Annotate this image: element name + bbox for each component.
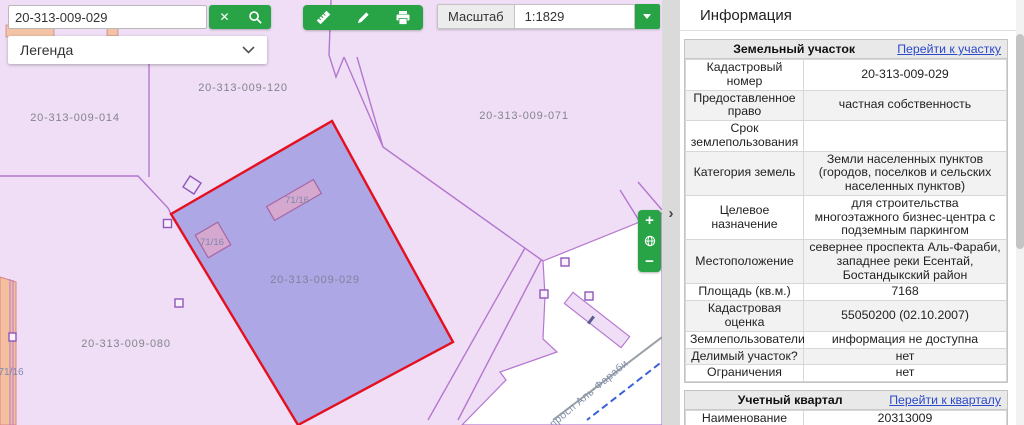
section-header: Земельный участок Перейти к участку [685,40,1007,59]
map-tools-toolbar [303,5,423,30]
row-value: частная собственность [804,90,1007,121]
row-value: информация не доступна [804,331,1007,348]
row-label: Целевое назначение [686,195,804,239]
legend-dropdown[interactable]: Легенда [8,36,267,64]
search-button[interactable] [240,5,271,29]
table-row: Предоставленное право частная собственно… [686,90,1007,121]
draw-button[interactable] [343,5,383,30]
land-parcel-table: Кадастровый номер 20-313-009-029 Предост… [685,59,1007,382]
row-value: нет [804,348,1007,365]
map-zoom-controls: + − [638,210,661,272]
parcel-label: 20-313-009-071 [479,110,568,122]
section-header: Учетный квартал Перейти к кварталу [685,391,1007,410]
table-row: Кадастровый номер 20-313-009-029 [686,60,1007,91]
row-label: Предоставленное право [686,90,804,121]
zoom-in-button[interactable]: + [638,210,661,231]
table-row: Целевое назначение для строительства мно… [686,195,1007,239]
table-row: Делимый участок? нет [686,348,1007,365]
go-to-quarter-link[interactable]: Перейти к кварталу [889,393,1001,407]
table-row: Категория земель Земли населенных пункто… [686,151,1007,195]
scale-value[interactable]: 1:1829 [514,4,635,29]
building-label: 71/16 [0,367,24,378]
section-land-parcel: Земельный участок Перейти к участку Када… [684,39,1008,383]
row-label: Наименование [686,411,804,425]
row-label: Площадь (кв.м.) [686,284,804,301]
search-input[interactable] [8,5,207,29]
row-label: Кадастровая оценка [686,301,804,332]
clear-search-button[interactable]: ✕ [209,5,240,29]
row-value: 20-313-009-029 [804,60,1007,91]
scale-dropdown-button[interactable] [635,4,660,29]
building-label: 71/16 [285,195,309,206]
row-value: севернее проспекта Аль-Фараби, западнее … [804,240,1007,284]
table-row: Наименование 20313009 [686,411,1007,425]
info-panel-title: Информация [680,0,1024,31]
scale-control: Масштаб 1:1829 [437,4,660,29]
row-value [804,121,1007,152]
chevron-down-icon [643,14,651,19]
printer-icon [395,10,411,26]
info-sections: Земельный участок Перейти к участку Када… [684,39,1008,425]
building-label: 71/16 [200,237,224,248]
cadastral-map-app: 20-313-009-014 20-313-009-120 20-313-009… [0,0,1024,425]
panel-divider: › [662,0,680,425]
measure-button[interactable] [303,5,343,30]
row-label: Срок землепользования [686,121,804,152]
row-value: 7168 [804,284,1007,301]
table-row: Кадастровая оценка 55050200 (02.10.2007) [686,301,1007,332]
row-label: Местоположение [686,240,804,284]
row-value: 55050200 (02.10.2007) [804,301,1007,332]
row-value: нет [804,365,1007,382]
table-row: Срок землепользования [686,121,1007,152]
zoom-out-button[interactable]: − [638,251,661,272]
orange-parcel-strip [0,277,16,425]
ruler-icon [315,9,332,26]
section-title: Земельный участок [691,42,897,56]
panel-scrollbar-thumb[interactable] [1016,34,1024,249]
scale-label: Масштаб [437,4,514,29]
table-row: Ограничения нет [686,365,1007,382]
row-label: Делимый участок? [686,348,804,365]
chevron-down-icon [242,46,255,54]
selected-parcel-label: 20-313-009-029 [270,274,359,286]
table-row: Площадь (кв.м.) 7168 [686,284,1007,301]
search-icon [248,10,263,25]
row-value: 20313009 [804,411,1007,425]
table-row: Местоположение севернее проспекта Аль-Фа… [686,240,1007,284]
section-title: Учетный квартал [691,393,889,407]
parcel-label: 20-313-009-014 [30,112,119,124]
panel-collapse-button[interactable]: › [662,203,680,223]
row-label: Категория земель [686,151,804,195]
table-row: Землепользователи информация не доступна [686,331,1007,348]
row-value: для строительства многоэтажного бизнес-ц… [804,195,1007,239]
go-to-parcel-link[interactable]: Перейти к участку [897,42,1001,56]
pencil-icon [356,10,371,25]
clear-icon: ✕ [219,10,229,24]
parcel-label: 20-313-009-080 [81,338,170,350]
quarter-table: Наименование 20313009 Код 20313009 [685,410,1007,425]
globe-icon [643,234,657,248]
row-value: Земли населенных пунктов (городов, посел… [804,151,1007,195]
row-label: Ограничения [686,365,804,382]
info-panel: Информация Земельный участок Перейти к у… [680,0,1024,425]
row-label: Землепользователи [686,331,804,348]
row-label: Кадастровый номер [686,60,804,91]
base-layer-button[interactable] [638,231,661,252]
section-registration-quarter: Учетный квартал Перейти к кварталу Наиме… [684,390,1008,425]
legend-label: Легенда [20,42,73,58]
parcel-label: 20-313-009-120 [198,82,287,94]
print-button[interactable] [383,5,423,30]
panel-scrollbar[interactable] [1016,0,1024,425]
search-button-group: ✕ [209,5,271,29]
